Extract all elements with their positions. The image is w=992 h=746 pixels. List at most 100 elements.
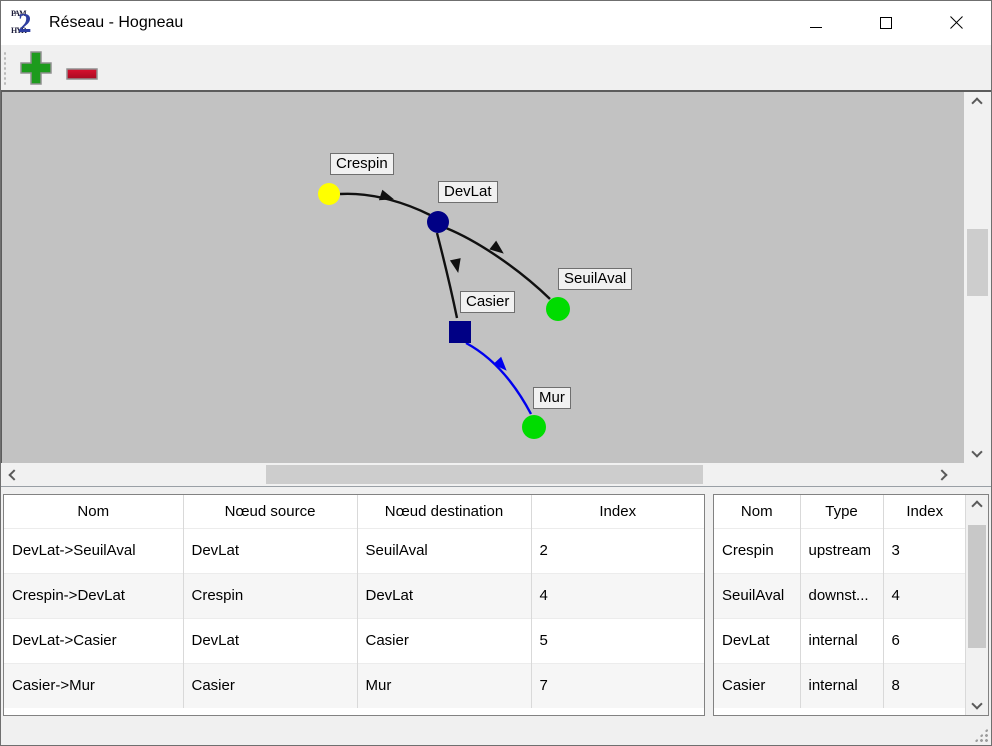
scroll-right-button[interactable] — [931, 464, 953, 486]
minimize-button[interactable] — [781, 1, 851, 45]
node-SeuilAval[interactable] — [546, 297, 570, 321]
node-Casier[interactable] — [449, 321, 471, 343]
table-row: Casier->MurCasierMur7 — [4, 663, 704, 708]
window-controls — [781, 1, 991, 45]
node-table-frame: NomTypeIndexCrespinupstream3SeuilAvaldow… — [713, 494, 989, 716]
edge-arrow-icon — [379, 190, 396, 205]
table-cell[interactable]: 4 — [531, 573, 704, 618]
minimize-icon — [810, 27, 822, 28]
node-label-DevLat[interactable]: DevLat — [438, 181, 498, 203]
table-cell[interactable]: 5 — [531, 618, 704, 663]
table-row: DevLatinternal6 — [714, 618, 966, 663]
table-cell[interactable]: DevLat->Casier — [4, 618, 183, 663]
column-header[interactable]: Nœud destination — [357, 495, 531, 528]
table-row: DevLat->CasierDevLatCasier5 — [4, 618, 704, 663]
minus-icon — [65, 50, 99, 86]
add-button[interactable] — [19, 50, 53, 86]
chevron-left-icon — [8, 469, 19, 480]
table-cell[interactable]: Casier->Mur — [4, 663, 183, 708]
edge-Casier->Mur[interactable] — [466, 343, 531, 414]
column-header[interactable]: Nœud source — [183, 495, 357, 528]
table-cell[interactable]: Crespin->DevLat — [4, 573, 183, 618]
table-cell[interactable]: Mur — [357, 663, 531, 708]
table-cell[interactable]: DevLat — [183, 528, 357, 573]
table-cell[interactable]: DevLat — [183, 618, 357, 663]
table-cell[interactable]: DevLat — [357, 573, 531, 618]
scrollbar-thumb[interactable] — [266, 465, 703, 484]
table-cell[interactable]: 8 — [883, 663, 966, 708]
column-header[interactable]: Type — [800, 495, 883, 528]
node-table: NomTypeIndexCrespinupstream3SeuilAvaldow… — [714, 495, 966, 708]
table-cell[interactable]: upstream — [800, 528, 883, 573]
table-cell[interactable]: Crespin — [183, 573, 357, 618]
statusbar — [1, 720, 991, 745]
tables-row: NomNœud sourceNœud destinationIndexDevLa… — [1, 487, 991, 720]
table-cell[interactable]: Casier — [357, 618, 531, 663]
table-cell[interactable]: 4 — [883, 573, 966, 618]
edge-DevLat->SeuilAval[interactable] — [446, 228, 550, 299]
edge-DevLat->Casier[interactable] — [437, 233, 457, 318]
node-label-Crespin[interactable]: Crespin — [330, 153, 394, 175]
network-canvas[interactable]: Crespin DevLat SeuilAval Casier Mur — [2, 92, 964, 463]
table-row: Crespin->DevLatCrespinDevLat4 — [4, 573, 704, 618]
node-table-vertical-scrollbar[interactable] — [965, 495, 988, 715]
scroll-down-button[interactable] — [966, 441, 988, 463]
canvas-vertical-scrollbar[interactable] — [964, 92, 991, 463]
reach-table: NomNœud sourceNœud destinationIndexDevLa… — [4, 495, 704, 708]
table-row: DevLat->SeuilAvalDevLatSeuilAval2 — [4, 528, 704, 573]
table-header-row: NomNœud sourceNœud destinationIndex — [4, 495, 704, 528]
column-header[interactable]: Nom — [4, 495, 183, 528]
table-cell[interactable]: internal — [800, 618, 883, 663]
canvas-horizontal-scrollbar[interactable] — [1, 463, 991, 487]
scroll-down-button[interactable] — [966, 693, 988, 715]
table-cell[interactable]: DevLat->SeuilAval — [4, 528, 183, 573]
node-DevLat[interactable] — [427, 211, 449, 233]
reach-table-frame: NomNœud sourceNœud destinationIndexDevLa… — [3, 494, 705, 716]
table-cell[interactable]: Casier — [183, 663, 357, 708]
table-row: Crespinupstream3 — [714, 528, 966, 573]
toolbar-grip-handle[interactable] — [3, 50, 7, 86]
table-cell[interactable]: internal — [800, 663, 883, 708]
app-icon-numeral: 2 — [18, 8, 32, 38]
close-icon — [949, 16, 963, 30]
node-Crespin[interactable] — [318, 183, 340, 205]
table-cell[interactable]: 7 — [531, 663, 704, 708]
table-cell[interactable]: DevLat — [714, 618, 800, 663]
chevron-down-icon — [971, 698, 982, 709]
scroll-up-button[interactable] — [966, 92, 988, 114]
edge-arrow-icon — [450, 258, 464, 274]
node-label-Mur[interactable]: Mur — [533, 387, 571, 409]
node-Mur[interactable] — [522, 415, 546, 439]
scrollbar-thumb[interactable] — [968, 525, 986, 648]
column-header[interactable]: Index — [531, 495, 704, 528]
network-graph — [2, 92, 964, 463]
canvas-row: Crespin DevLat SeuilAval Casier Mur — [1, 90, 991, 463]
table-row: SeuilAvaldownst...4 — [714, 573, 966, 618]
table-cell[interactable]: SeuilAval — [357, 528, 531, 573]
scroll-left-button[interactable] — [3, 464, 25, 486]
table-cell[interactable]: 6 — [883, 618, 966, 663]
table-header-row: NomTypeIndex — [714, 495, 966, 528]
close-button[interactable] — [921, 1, 991, 45]
table-cell[interactable]: 2 — [531, 528, 704, 573]
scroll-up-button[interactable] — [966, 495, 988, 517]
node-label-SeuilAval[interactable]: SeuilAval — [558, 268, 632, 290]
chevron-down-icon — [971, 446, 982, 457]
resize-grip-handle[interactable] — [974, 728, 988, 742]
toolbar — [1, 45, 991, 90]
node-label-Casier[interactable]: Casier — [460, 291, 515, 313]
table-cell[interactable]: downst... — [800, 573, 883, 618]
table-cell[interactable]: 3 — [883, 528, 966, 573]
scrollbar-thumb[interactable] — [967, 229, 988, 296]
table-cell[interactable]: Crespin — [714, 528, 800, 573]
table-cell[interactable]: SeuilAval — [714, 573, 800, 618]
table-cell[interactable]: Casier — [714, 663, 800, 708]
window-title: Réseau - Hogneau — [49, 14, 781, 32]
column-header[interactable]: Nom — [714, 495, 800, 528]
column-header[interactable]: Index — [883, 495, 966, 528]
plus-icon — [19, 50, 53, 86]
remove-button[interactable] — [65, 50, 99, 86]
maximize-button[interactable] — [851, 1, 921, 45]
app-icon: PAM HYR 2 — [11, 8, 39, 38]
maximize-icon — [880, 17, 892, 29]
